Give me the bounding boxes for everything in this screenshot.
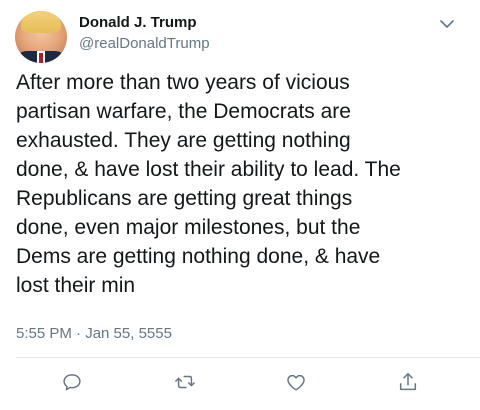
avatar-hair	[21, 11, 61, 33]
tweet-text: After more than two years of vicious par…	[16, 71, 401, 297]
share-icon	[399, 373, 417, 391]
display-name[interactable]: Donald J. Trump	[79, 14, 197, 32]
retweet-button[interactable]	[173, 370, 197, 394]
divider	[16, 357, 480, 358]
avatar-tie	[39, 53, 43, 63]
avatar[interactable]	[15, 11, 67, 63]
reply-button[interactable]	[60, 370, 84, 394]
username[interactable]: @realDonaldTrump	[79, 35, 210, 53]
reply-icon	[63, 374, 81, 391]
retweet-icon	[175, 375, 195, 389]
like-button[interactable]	[284, 370, 308, 394]
share-button[interactable]	[396, 370, 420, 394]
tweet-card: Donald J. Trump @realDonaldTrump After m…	[0, 0, 480, 410]
heart-icon	[287, 374, 305, 391]
chevron-down-icon[interactable]	[440, 16, 454, 28]
tweet-timestamp[interactable]: 5:55 PM · Jan 55, 5555	[16, 325, 172, 343]
